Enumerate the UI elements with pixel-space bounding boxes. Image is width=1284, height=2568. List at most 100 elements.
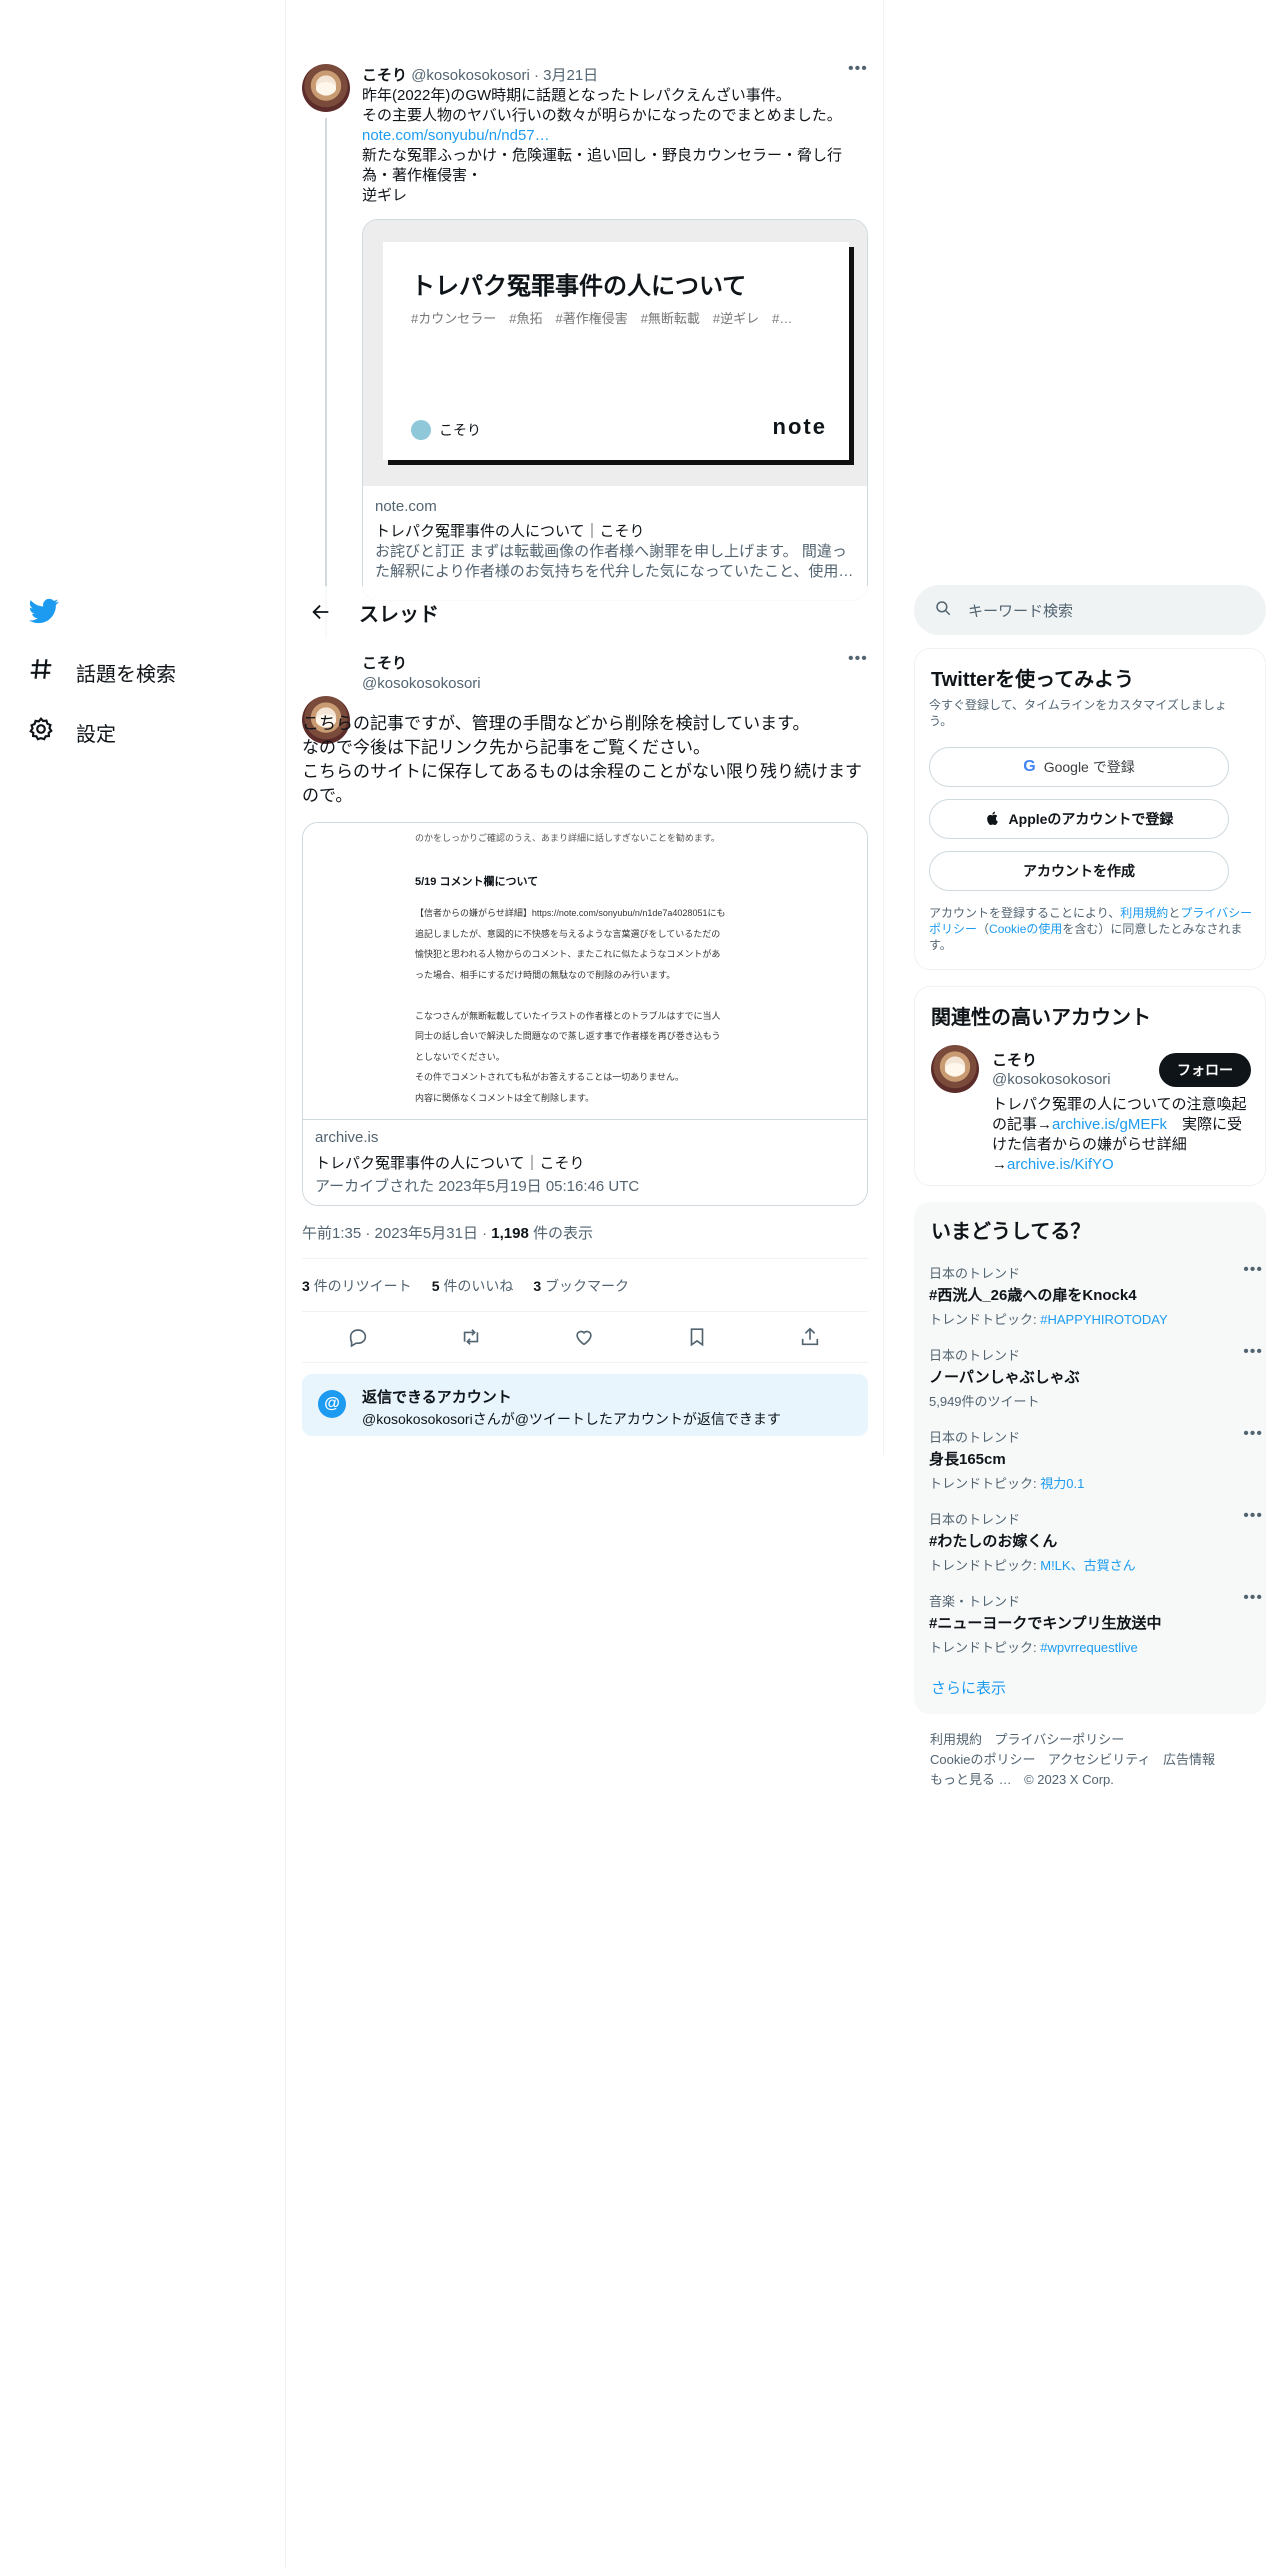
tweet-date[interactable]: 2023年5月31日 — [375, 1225, 478, 1242]
note-logo: note — [773, 414, 827, 440]
trend-sub: トレンドトピック: — [929, 1640, 1041, 1655]
more-icon[interactable]: ••• — [1243, 1343, 1263, 1361]
more-icon[interactable]: ••• — [1243, 1507, 1263, 1525]
author-name[interactable]: こそり — [362, 652, 481, 673]
trend-category: 日本のトレンド — [929, 1430, 1021, 1445]
apple-signup-label: Appleのアカウントで登録 — [1008, 811, 1174, 827]
retweets-stat[interactable]: 3 件のリツイート — [302, 1276, 412, 1296]
more-icon[interactable]: ••• — [848, 650, 868, 668]
archive-card[interactable]: のかをしっかりご確認のうえ、あまり詳細に話しすぎないことを勧めます。 5/19 … — [302, 822, 868, 1206]
trend-sub: トレンドトピック: — [929, 1312, 1041, 1327]
tweet-date[interactable]: 3月21日 — [543, 67, 598, 84]
more-icon[interactable]: ••• — [1243, 1425, 1263, 1443]
trend-sub: トレンドトピック: — [929, 1558, 1041, 1573]
note-link[interactable]: note.com/sonyubu/n/nd57… — [362, 126, 872, 146]
text-line: 新たな冤罪ふっかけ・危険運転・追い回し・野良カウンセラー・脅し行 — [362, 147, 843, 164]
thumbnail-tags: #カウンセラー #魚拓 #著作権侵害 #無断転載 #逆ギレ #… — [411, 311, 793, 326]
trend-category: 日本のトレンド — [929, 1266, 1021, 1281]
search-input[interactable]: キーワード検索 — [914, 585, 1266, 635]
search-icon — [934, 599, 952, 621]
bookmarks-stat[interactable]: 3 ブックマーク — [533, 1276, 629, 1296]
reply-restriction-title: 返信できるアカウント — [362, 1389, 512, 1406]
prev-tweet-text: 昨年(2022年)のGW時期に話題となったトレパクえんざい事件。 その主要人物の… — [362, 86, 872, 206]
author-name[interactable]: こそり — [362, 67, 407, 84]
footer-more-link[interactable]: もっと見る … — [930, 1772, 1012, 1787]
card-domain: note.com — [375, 498, 437, 515]
bio-link[interactable]: archive.is/gMEFk — [1052, 1116, 1167, 1133]
footer-privacy-link[interactable]: プライバシーポリシー — [994, 1732, 1124, 1747]
apple-signup-button[interactable]: Appleのアカウントで登録 — [929, 799, 1229, 839]
footer-cookie-link[interactable]: Cookieのポリシー — [930, 1752, 1035, 1767]
apple-icon — [985, 810, 1001, 829]
prev-tweet-header: こそり @kosokosokosori · 3月21日 — [362, 67, 599, 84]
bookmarks-label: ブックマーク — [545, 1278, 630, 1294]
google-signup-button[interactable]: G Google で登録 — [929, 747, 1229, 787]
footer-ads-link[interactable]: 広告情報 — [1163, 1752, 1215, 1767]
related-name[interactable]: こそり — [992, 1049, 1037, 1070]
more-icon[interactable]: ••• — [1243, 1589, 1263, 1607]
related-handle[interactable]: @kosokosokosori — [992, 1071, 1111, 1088]
author-handle[interactable]: @kosokosokosori — [411, 67, 530, 84]
at-sign-icon: @ — [318, 1390, 346, 1418]
bookmark-icon[interactable] — [686, 1326, 708, 1348]
legal-text: アカウントを登録することにより、 — [929, 906, 1121, 920]
views-label: 件の表示 — [533, 1225, 594, 1242]
trend-item[interactable]: 日本のトレンド #西洸人_26歳への扉をKnock4 トレンドトピック: #HA… — [929, 1261, 1262, 1328]
trend-category: 音楽・トレンド — [929, 1594, 1021, 1609]
reply-icon[interactable] — [347, 1326, 369, 1348]
screenshot-text: 追記しましたが、意図的に不快感を与えるような言葉選びをしているただの — [415, 928, 721, 939]
bio-link[interactable]: archive.is/KifYO — [1007, 1156, 1114, 1173]
google-icon: G — [1023, 758, 1036, 775]
trend-item[interactable]: 日本のトレンド #わたしのお嫁くん トレンドトピック: M!LK、古賀さん ••… — [929, 1507, 1262, 1574]
more-icon[interactable]: ••• — [1243, 1261, 1263, 1279]
footer-accessibility-link[interactable]: アクセシビリティ — [1048, 1752, 1151, 1767]
likes-count: 5 — [431, 1278, 440, 1294]
nav-settings[interactable]: 設定 — [28, 716, 116, 748]
avatar[interactable] — [931, 1045, 979, 1093]
more-icon[interactable]: ••• — [848, 60, 868, 78]
related-title: 関連性の高いアカウント — [931, 1007, 1151, 1029]
like-icon[interactable] — [573, 1326, 595, 1348]
trend-item[interactable]: 日本のトレンド 身長165cm トレンドトピック: 視力0.1 ••• — [929, 1425, 1262, 1492]
link-card[interactable]: トレパク冤罪事件の人について #カウンセラー #魚拓 #著作権侵害 #無断転載 … — [362, 219, 868, 601]
tweet-author[interactable]: こそり @kosokosokosori — [362, 652, 481, 692]
tweet-time[interactable]: 午前1:35 — [302, 1225, 361, 1242]
retweet-icon[interactable] — [460, 1326, 482, 1348]
trend-topic-link[interactable]: M!LK、古賀さん — [1040, 1558, 1135, 1573]
screenshot-text: その件でコメントされても私がお答えすることは一切ありません。 — [415, 1072, 685, 1082]
follow-button[interactable]: フォロー — [1159, 1053, 1251, 1087]
trend-name: #ニューヨークでキンプリ生放送中 — [929, 1615, 1162, 1632]
trend-item[interactable]: 日本のトレンド ノーパンしゃぶしゃぶ 5,949件のツイート ••• — [929, 1343, 1262, 1410]
text-line: こちらのサイトに保存してあるものは余程のことがない限り残り続けます — [302, 762, 862, 781]
screenshot-body: 【信者からの嫌がらせ詳細】https://note.com/sonyubu/n/… — [415, 903, 725, 1108]
avatar[interactable] — [302, 64, 350, 112]
trend-topic-link[interactable]: #wpvrrequestlive — [1040, 1640, 1138, 1655]
cookie-link[interactable]: Cookieの使用 — [989, 922, 1062, 936]
trend-topic-link[interactable]: 視力0.1 — [1040, 1476, 1084, 1491]
trend-topic-link[interactable]: #HAPPYHIROTODAY — [1040, 1312, 1167, 1327]
author-handle[interactable]: @kosokosokosori — [362, 675, 481, 692]
card-description-line: お詫びと訂正 まずは転載画像の作者様へ謝罪を申し上げます。 間違っ — [375, 543, 847, 560]
legal-text: （ — [977, 922, 990, 936]
likes-stat[interactable]: 5 件のいいね — [432, 1276, 514, 1296]
text-line: なので今後は下記リンク先から記事をご覧ください。 — [302, 738, 710, 757]
terms-link[interactable]: 利用規約 — [1120, 906, 1168, 920]
nav-explore[interactable]: 話題を検索 — [28, 656, 176, 688]
screenshot-text: 内容に関係なくコメントは全て削除します。 — [415, 1092, 595, 1103]
signup-panel: Twitterを使ってみよう 今すぐ登録して、タイムラインをカスタマイズしましょ… — [914, 648, 1266, 970]
legal-text: と — [1168, 906, 1181, 920]
trend-name: #わたしのお嫁くん — [929, 1533, 1058, 1550]
related-bio: トレパク冤罪の人についての注意喚起の記事→archive.is/gMEFk 実際… — [992, 1095, 1254, 1175]
share-icon[interactable] — [799, 1326, 821, 1348]
back-arrow-icon[interactable] — [295, 601, 347, 623]
create-account-button[interactable]: アカウントを作成 — [929, 851, 1229, 891]
create-account-label: アカウントを作成 — [1023, 863, 1135, 879]
trend-item[interactable]: 音楽・トレンド #ニューヨークでキンプリ生放送中 トレンドトピック: #wpvr… — [929, 1589, 1262, 1656]
twitter-bird-icon[interactable] — [28, 596, 64, 626]
trends-panel: いまどうしてる？ 日本のトレンド #西洸人_26歳への扉をKnock4 トレンド… — [914, 1202, 1266, 1714]
screenshot-text: 愉快犯と思われる人物からのコメント、またこれに似たようなコメントがあ — [415, 949, 721, 959]
footer-terms-link[interactable]: 利用規約 — [930, 1732, 982, 1747]
retweets-label: 件のリツイート — [313, 1278, 412, 1294]
left-nav: 話題を検索 設定 — [0, 0, 286, 2568]
show-more-link[interactable]: さらに表示 — [931, 1677, 1006, 1698]
